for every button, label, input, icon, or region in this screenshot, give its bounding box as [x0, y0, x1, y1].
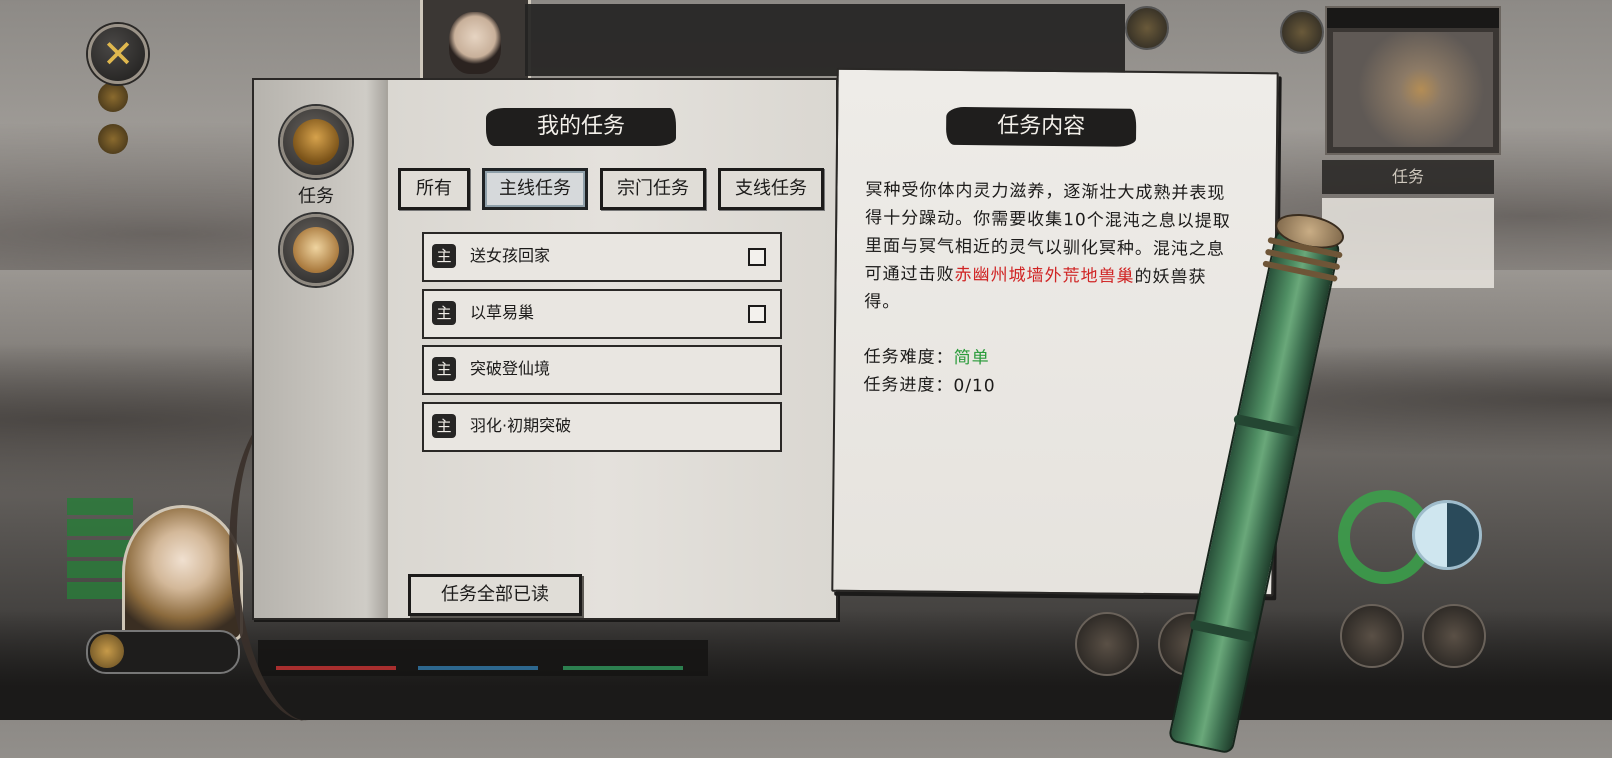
tab-all[interactable]: 所有 — [398, 168, 470, 210]
task-row[interactable]: 主 以草易巢 — [422, 289, 782, 339]
task-checkbox[interactable] — [748, 305, 766, 323]
sidebar-item-tasks[interactable] — [280, 106, 352, 178]
task-checkbox[interactable] — [748, 248, 766, 266]
task-name: 送女孩回家 — [470, 246, 551, 265]
tab-main-quests[interactable]: 主线任务 — [482, 168, 588, 210]
gear-icon[interactable] — [1280, 10, 1324, 54]
mark-all-read-button[interactable]: 任务全部已读 — [408, 574, 582, 616]
letters-icon — [293, 227, 339, 273]
main-quest-badge: 主 — [432, 414, 456, 438]
items-icon[interactable] — [1340, 604, 1404, 668]
coin-icon[interactable] — [98, 82, 128, 112]
bag-icon[interactable] — [98, 124, 128, 154]
settings-icon[interactable] — [1125, 6, 1169, 50]
task-row[interactable]: 主 突破登仙境 — [422, 345, 782, 395]
difficulty-label: 任务难度： — [863, 346, 954, 368]
top-status-bar — [525, 4, 1125, 76]
minimap[interactable] — [1325, 6, 1501, 155]
task-row[interactable]: 主 送女孩回家 — [422, 232, 782, 282]
minimap-map — [1333, 32, 1493, 147]
progress-value: 0/10 — [953, 375, 996, 397]
main-quest-badge: 主 — [432, 301, 456, 325]
quest-book: 任务 我的任务 所有 主线任务 宗门任务 支线任务 主 送女孩回家 主 以草易巢… — [252, 67, 1296, 620]
task-row[interactable]: 主 羽化·初期突破 — [422, 402, 782, 452]
difficulty-line: 任务难度：简单 — [864, 342, 990, 368]
sidebar-item-label: 任务 — [298, 186, 334, 207]
progress-label: 任务进度： — [863, 374, 954, 396]
minimap-header — [1327, 8, 1499, 28]
player-name-bar — [86, 630, 240, 674]
location-highlight: 赤幽州城墙外荒地兽巢 — [954, 264, 1135, 287]
detail-title: 任务内容 — [945, 106, 1137, 147]
tab-side-quests[interactable]: 支线任务 — [718, 168, 824, 210]
task-name: 羽化·初期突破 — [470, 416, 572, 435]
task-description: 冥种受你体内灵力滋养，逐渐壮大成熟并表现得十分躁动。你需要收集10个混沌之息以提… — [864, 176, 1237, 320]
page-title: 我的任务 — [486, 108, 676, 146]
currency-icon — [90, 634, 124, 668]
npc-face — [449, 12, 501, 74]
left-page: 任务 我的任务 所有 主线任务 宗门任务 支线任务 主 送女孩回家 主 以草易巢… — [252, 78, 838, 620]
explore-icon[interactable] — [1075, 612, 1139, 676]
difficulty-value: 简单 — [953, 347, 990, 369]
task-name: 以草易巢 — [470, 303, 535, 322]
close-button[interactable]: ✕ — [88, 24, 148, 84]
close-icon: ✕ — [102, 32, 134, 76]
main-quest-badge: 主 — [432, 244, 456, 268]
scroll-icon — [293, 119, 339, 165]
taiji-icon[interactable] — [1412, 500, 1482, 570]
quest-tracker-tab[interactable]: 任务 — [1322, 160, 1494, 194]
task-name: 突破登仙境 — [470, 359, 551, 378]
progress-line: 任务进度：0/10 — [863, 370, 995, 396]
sidebar-item-letters[interactable] — [280, 214, 352, 286]
tab-sect-quests[interactable]: 宗门任务 — [600, 168, 706, 210]
player-portrait[interactable] — [122, 505, 243, 641]
treasure-icon[interactable] — [1422, 604, 1486, 668]
npc-portrait[interactable] — [420, 0, 531, 81]
category-sidebar: 任务 — [254, 80, 388, 618]
main-quest-badge: 主 — [432, 357, 456, 381]
